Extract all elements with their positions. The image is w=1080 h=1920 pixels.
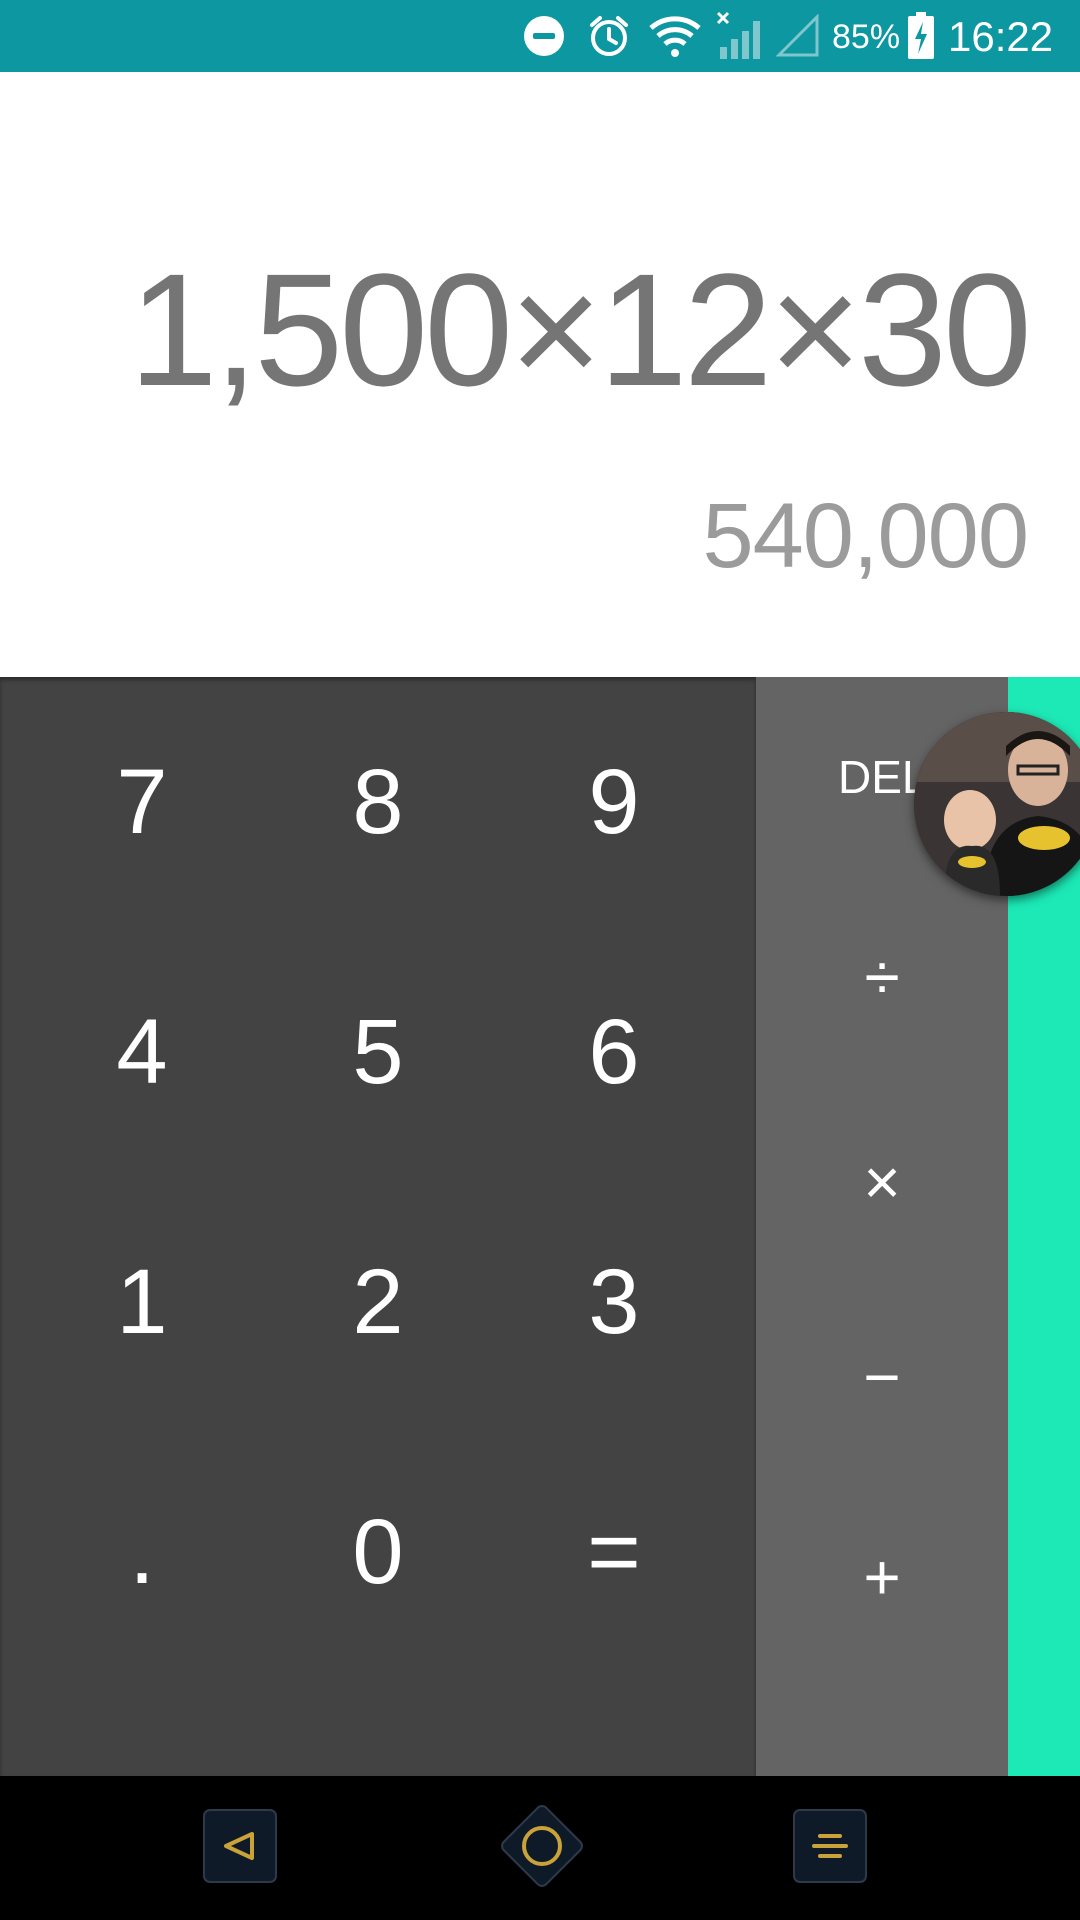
multiply-button[interactable]: × <box>756 1082 1008 1282</box>
digit-1-button[interactable]: 1 <box>24 1177 260 1427</box>
alarm-icon <box>586 0 632 72</box>
digit-6-button[interactable]: 6 <box>496 927 732 1177</box>
clock: 16:22 <box>948 13 1054 60</box>
digit-0-button[interactable]: 0 <box>260 1427 496 1677</box>
digit-5-button[interactable]: 5 <box>260 927 496 1177</box>
calculator-display: 1,500×12×30 540,000 <box>0 72 1080 677</box>
signal-empty-icon <box>776 0 820 72</box>
numeric-keypad: 7 8 9 4 5 6 1 2 3 . 0 = <box>0 677 756 1776</box>
back-icon[interactable] <box>202 1808 278 1884</box>
equals-button[interactable]: = <box>496 1427 732 1677</box>
no-signal-icon <box>716 0 764 72</box>
digit-8-button[interactable]: 8 <box>260 677 496 927</box>
decimal-point-button[interactable]: . <box>24 1427 260 1677</box>
digit-7-button[interactable]: 7 <box>24 677 260 927</box>
digit-3-button[interactable]: 3 <box>496 1177 732 1427</box>
status-bar: 85% 16:22 <box>0 0 1080 72</box>
home-icon[interactable] <box>490 1794 594 1898</box>
digit-2-button[interactable]: 2 <box>260 1177 496 1427</box>
divide-button[interactable]: ÷ <box>756 877 1008 1077</box>
result-display: 540,000 <box>702 485 1029 587</box>
formula-display[interactable]: 1,500×12×30 <box>129 250 1032 410</box>
wifi-icon <box>648 0 702 72</box>
calculator-screen: 85% 16:22 1,500×12×30 540,000 7 8 9 4 5 … <box>0 0 1080 1920</box>
battery-charging-icon <box>906 0 936 72</box>
do-not-disturb-icon <box>522 0 566 72</box>
battery-percent: 85% <box>832 18 901 56</box>
recents-icon[interactable] <box>792 1808 868 1884</box>
digit-9-button[interactable]: 9 <box>496 677 732 927</box>
minus-button[interactable]: − <box>756 1277 1008 1477</box>
navigation-bar <box>0 1776 1080 1920</box>
plus-button[interactable]: + <box>756 1477 1008 1677</box>
digit-4-button[interactable]: 4 <box>24 927 260 1177</box>
